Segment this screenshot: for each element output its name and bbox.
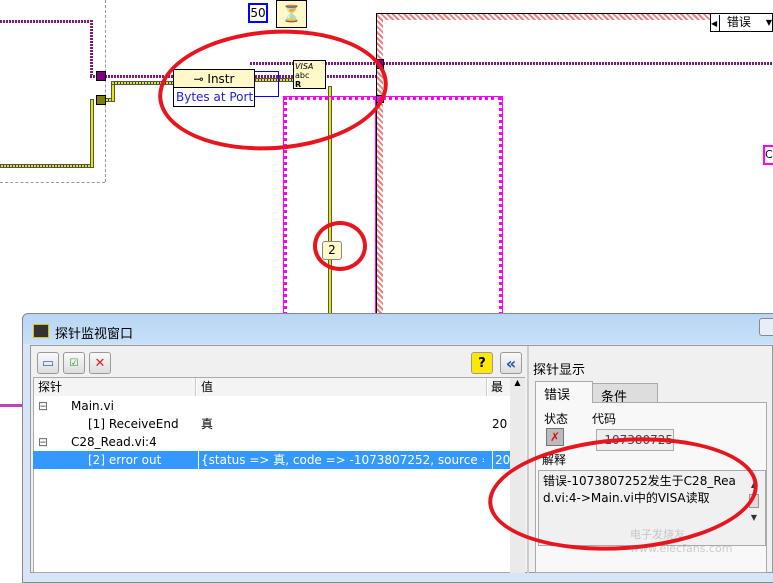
shift-register-visa [96,71,106,81]
wait-ms-icon[interactable]: ⏳ [276,0,307,28]
collapse-icon[interactable]: ⊟ [38,433,48,451]
annotation-circle [313,221,367,271]
collapse-icon[interactable]: ⊟ [38,397,48,415]
visa-wire [0,20,91,23]
block-diagram: 50 ⏳ ⊸ Instr Bytes at Port VISA abc R ◀ … [0,0,773,407]
visa-wire-inner [383,62,773,65]
case-selector[interactable]: ◀ 错误 ▼ [710,13,773,32]
constant-50[interactable]: 50 [248,3,268,23]
tab-condition[interactable]: 条件 [592,383,658,405]
row-value: {status => 真, code => -1073807252, sourc… [198,451,484,469]
error-wire [111,82,115,102]
tab-error[interactable]: 错误 [535,381,593,403]
string-wire-inner [375,96,503,328]
column-header-probe[interactable]: 探针 [34,378,196,396]
code-label: 代码 [592,412,617,426]
row-name: [1] ReceiveEnd [88,417,179,431]
row-time: 20 [492,417,508,431]
collapse-display-button[interactable]: « [500,352,522,374]
status-label: 状态 [544,412,569,426]
error-wire [0,164,94,168]
watermark: 电子发烧友 www.elecfans.com [630,528,733,555]
visa-wire [90,20,93,76]
error-wire [90,99,94,168]
window-title: 探针监视窗口 [55,327,134,342]
delete-probe-button[interactable]: ✕ [89,352,111,374]
row-name: Main.vi [71,399,114,413]
help-button[interactable]: ? [471,352,493,374]
labview-icon [33,324,49,338]
loop-boundary-bottom [0,182,105,183]
window-close-button[interactable] [759,318,773,336]
row-value: 真 [201,417,214,431]
column-header-last-update[interactable]: 最 [488,378,510,396]
row-name: C28_Read.vi:4 [71,435,157,449]
row-time: 20 [492,451,510,469]
table-row[interactable]: ⊟ C28_Read.vi:4 [33,433,510,451]
probe-display-title: 探针显示 [533,363,586,378]
shift-register-error [96,95,106,105]
dropdown-arrow-icon[interactable]: ▼ [766,14,772,31]
new-probe-button[interactable]: ▭ [37,352,59,374]
loop-boundary [105,0,106,182]
row-name: [2] error out [88,453,162,467]
table-row[interactable]: [1] ReceiveEnd 真 20 [33,415,510,433]
table-row[interactable]: ⊟ Main.vi [33,397,510,415]
status-error-icon: ✗ [546,428,564,446]
decrement-arrow-icon[interactable]: ◀ [711,15,720,32]
column-header-value[interactable]: 值 [197,378,487,396]
table-row-selected[interactable]: [2] error out {status => 真, code => -107… [33,451,510,469]
edge-terminal: C [763,145,773,165]
select-probes-button[interactable]: ☑ [63,352,85,374]
